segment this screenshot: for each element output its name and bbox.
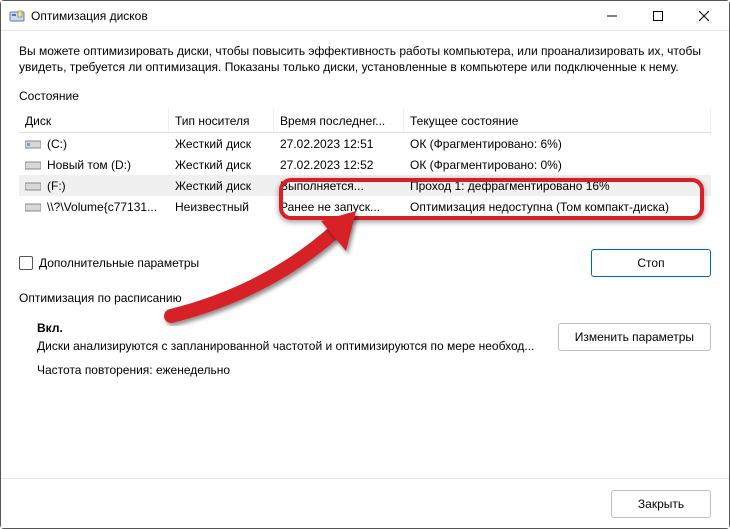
minimize-button[interactable] (589, 1, 635, 31)
cur-state: ОК (Фрагментировано: 6%) (404, 137, 711, 151)
close-window-button[interactable]: Закрыть (611, 490, 711, 518)
disk-name: Новый том (D:) (47, 158, 131, 172)
cur-state: ОК (Фрагментировано: 0%) (404, 158, 711, 172)
media-type: Жесткий диск (169, 179, 274, 193)
footer: Закрыть (1, 478, 729, 528)
window-title: Оптимизация дисков (31, 9, 148, 23)
disk-name: (C:) (47, 137, 67, 151)
col-media[interactable]: Тип носителя (169, 109, 274, 132)
app-icon (9, 8, 25, 24)
last-run: Выполняется... (274, 179, 404, 193)
schedule-status: Вкл. (37, 321, 558, 335)
col-state[interactable]: Текущее состояние (404, 109, 711, 132)
media-type: Неизвестный (169, 200, 274, 214)
schedule-desc: Диски анализируются с запланированной ча… (37, 339, 537, 353)
col-disk[interactable]: Диск (19, 109, 169, 132)
drive-icon (25, 159, 41, 171)
drive-table: Диск Тип носителя Время последнег... Тек… (19, 109, 711, 217)
col-last[interactable]: Время последнег... (274, 109, 404, 132)
media-type: Жесткий диск (169, 137, 274, 151)
drive-icon (25, 201, 41, 213)
media-type: Жесткий диск (169, 158, 274, 172)
titlebar: Оптимизация дисков (1, 1, 729, 31)
cur-state: Проход 1: дефрагментировано 16% (404, 179, 711, 193)
table-row[interactable]: (F:) Жесткий диск Выполняется... Проход … (19, 175, 711, 196)
disk-name: (F:) (47, 179, 66, 193)
schedule-freq-label: Частота повторения: (37, 363, 153, 377)
intro-text: Вы можете оптимизировать диски, чтобы по… (19, 43, 711, 75)
advanced-label: Дополнительные параметры (39, 256, 591, 270)
cur-state: Оптимизация недоступна (Том компакт-диск… (404, 200, 711, 214)
close-button[interactable] (681, 1, 727, 31)
table-row[interactable]: Новый том (D:) Жесткий диск 27.02.2023 1… (19, 154, 711, 175)
schedule-label: Оптимизация по расписанию (19, 291, 711, 305)
drive-icon (25, 138, 41, 150)
state-label: Состояние (19, 89, 711, 103)
last-run: 27.02.2023 12:51 (274, 137, 404, 151)
stop-button[interactable]: Стоп (591, 249, 711, 277)
disk-name: \\?\Volume{c77131... (47, 200, 157, 214)
last-run: Ранее не запуск... (274, 200, 404, 214)
schedule-freq-value: еженедельно (156, 363, 230, 377)
advanced-checkbox[interactable] (19, 256, 33, 270)
table-header: Диск Тип носителя Время последнег... Тек… (19, 109, 711, 133)
last-run: 27.02.2023 12:52 (274, 158, 404, 172)
table-row[interactable]: \\?\Volume{c77131... Неизвестный Ранее н… (19, 196, 711, 217)
table-row[interactable]: (C:) Жесткий диск 27.02.2023 12:51 ОК (Ф… (19, 133, 711, 154)
drive-icon (25, 180, 41, 192)
change-settings-button[interactable]: Изменить параметры (558, 323, 711, 351)
maximize-button[interactable] (635, 1, 681, 31)
